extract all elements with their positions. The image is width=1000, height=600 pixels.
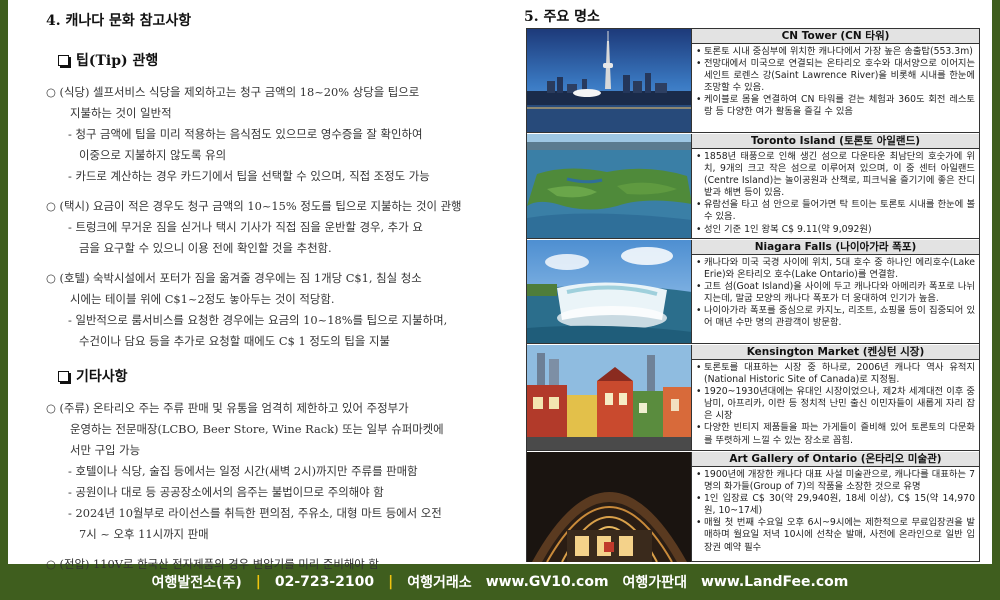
checkbox-square-icon bbox=[58, 54, 69, 66]
toronto-island-image bbox=[527, 134, 691, 238]
paragraph-line: 이중으로 지불하지 않도록 유의 bbox=[79, 148, 227, 162]
attraction-bullets: • 토론토를 대표하는 시장 중 하나로, 2006년 캐나다 역사 유적지(Na… bbox=[692, 360, 979, 447]
footer-separator: | bbox=[388, 574, 394, 590]
attraction-bullets: • 캐나다와 미국 국경 사이에 위치, 5대 호수 중 하나인 에리호수(Lak… bbox=[692, 255, 979, 330]
paragraph-line: ○ (식당) 셀프서비스 식당을 제외하고는 청구 금액의 18~20% 상당을… bbox=[46, 85, 420, 99]
list-item: • 캐나다와 미국 국경 사이에 위치, 5대 호수 중 하나인 에리호수(Lak… bbox=[696, 257, 975, 281]
toronto-island-info: Toronto Island (토론토 아일랜드) • 1858년 태풍으로 인해… bbox=[692, 134, 979, 238]
list-item: • 다양한 빈티지 제품들을 파는 가게들이 즐비해 있어 토론토의 다문화를 뚜… bbox=[696, 422, 975, 446]
attraction-name: CN Tower (CN 타워) bbox=[692, 29, 979, 44]
list-item: • 매월 첫 번째 수요일 오후 6시~9시에는 제한적으로 무료입장권을 발매하… bbox=[696, 517, 975, 553]
attraction-entry-cn-tower: CN Tower (CN 타워) • 토론토 시내 중심부에 위치한 캐나다에서 … bbox=[527, 29, 979, 133]
paragraph-line: 지불하는 것이 일반적 bbox=[70, 106, 172, 120]
cn-tower-image bbox=[527, 29, 691, 132]
attraction-entry-niagara-falls: Niagara Falls (나이아가라 폭포) • 캐나다와 미국 국경 사이에… bbox=[527, 240, 979, 344]
paragraph-line: - 일반적으로 룸서비스를 요청한 경우에는 요금의 10~18%를 팁으로 지… bbox=[68, 313, 448, 327]
paragraph-line: - 트렁크에 무거운 짐을 싣거나 택시 기사가 직접 짐을 운반할 경우, 추… bbox=[68, 220, 423, 234]
cn-tower-info: CN Tower (CN 타워) • 토론토 시내 중심부에 위치한 캐나다에서 … bbox=[692, 29, 979, 132]
paragraph-line: - 2024년 10월부로 라이선스를 취득한 편의점, 주유소, 대형 마트 … bbox=[68, 506, 442, 520]
subsection-tip-title: 팁(Tip) 관행 bbox=[76, 53, 159, 69]
subsection-etc: 기타사항 bbox=[58, 366, 502, 386]
niagara-falls-info: Niagara Falls (나이아가라 폭포) • 캐나다와 미국 국경 사이에… bbox=[692, 240, 979, 343]
kensington-market-image bbox=[527, 345, 691, 450]
kensington-market-info: Kensington Market (켄싱턴 시장) • 토론토를 대표하는 시장… bbox=[692, 345, 979, 450]
paragraph-line: 금을 요구할 수 있으니 이용 전에 확인할 것을 추천함. bbox=[79, 241, 332, 255]
attraction-entry-toronto-island: Toronto Island (토론토 아일랜드) • 1858년 태풍으로 인해… bbox=[527, 134, 979, 239]
paragraph-line: - 호텔이나 식당, 술집 등에서는 일정 시간(새벽 2시)까지만 주류를 판… bbox=[68, 464, 418, 478]
paragraph-line: ○ (호텔) 숙박시설에서 포터가 짐을 옮겨줄 경우에는 짐 1개당 C$1,… bbox=[46, 271, 422, 285]
toronto-island-photo bbox=[527, 134, 692, 238]
footer-company: 여행발전소(주) bbox=[151, 575, 242, 591]
attraction-bullets: • 1858년 태풍으로 인해 생긴 섬으로 다운타운 최남단의 호숫가에 위치,… bbox=[692, 149, 979, 236]
footer-phone: 02-723-2100 bbox=[274, 574, 375, 590]
attraction-name: Toronto Island (토론토 아일랜드) bbox=[692, 134, 979, 149]
checkbox-square-icon bbox=[58, 370, 69, 382]
footer-banner: 여행발전소(주) | 02-723-2100 | 여행거래소 www.GV10.… bbox=[0, 564, 1000, 600]
niagara-falls-photo bbox=[527, 240, 692, 343]
culture-notes-column: 4. 캐나다 문화 참고사항 팁(Tip) 관행 ○ (식당) 셀프서비스 식당… bbox=[8, 0, 508, 571]
subsection-etc-title: 기타사항 bbox=[76, 369, 128, 385]
paragraph-line: - 공원이나 대로 등 공공장소에서의 음주는 불법이므로 주의해야 함 bbox=[68, 485, 384, 499]
attractions-column: 5. 주요 명소 CN Tower (CN 타워) • 토론토 시내 중심부에 … bbox=[512, 0, 992, 564]
etc-paragraphs: ○ (주류) 온타리오 주는 주류 판매 및 유통을 엄격히 제한하고 있어 주… bbox=[46, 398, 502, 575]
paragraph-line: ○ (주류) 온타리오 주는 주류 판매 및 유통을 엄격히 제한하고 있어 주… bbox=[46, 401, 409, 415]
art-gallery-photo bbox=[527, 452, 692, 562]
footer-separator: | bbox=[255, 574, 261, 590]
attraction-entry-art-gallery-ontario: Art Gallery of Ontario (온타리오 미술관) • 1900년… bbox=[527, 452, 979, 562]
list-item: • 토론토를 대표하는 시장 중 하나로, 2006년 캐나다 역사 유적지(Na… bbox=[696, 362, 975, 386]
section-title-culture: 4. 캐나다 문화 참고사항 bbox=[46, 13, 192, 29]
list-item: • 고트 섬(Goat Island)을 사이에 두고 캐나다와 아메리카 폭포로… bbox=[696, 281, 975, 305]
list-item: • 유람선을 타고 섬 안으로 들어가면 탁 트이는 토론토 시내를 한눈에 볼 … bbox=[696, 199, 975, 223]
kensington-market-photo bbox=[527, 345, 692, 450]
list-item: • 성인 기준 1인 왕복 C$ 9.11(약 9,092원) bbox=[696, 223, 872, 235]
attraction-name: Art Gallery of Ontario (온타리오 미술관) bbox=[692, 452, 979, 467]
list-item: • 토론토 시내 중심부에 위치한 캐나다에서 가장 높은 송출탑(553.3m) bbox=[696, 46, 973, 57]
niagara-falls-image bbox=[527, 240, 691, 343]
attraction-bullets: • 1900년에 개장한 캐나다 대표 사설 미술관으로, 캐나다를 대표하는 7… bbox=[692, 467, 979, 554]
list-item: • 1920~1930년대에는 유대인 시장이었으나, 제2차 세계대전 이후 중… bbox=[696, 386, 975, 422]
list-item: • 전망대에서 미국으로 연결되는 온타리오 호수와 대서양으로 이어지는 세인트… bbox=[696, 58, 975, 94]
footer-site-link-landfee[interactable]: www.LandFee.com bbox=[701, 574, 848, 590]
cn-tower-photo bbox=[527, 29, 692, 132]
section-title-attractions: 5. 주요 명소 bbox=[524, 9, 600, 25]
paragraph-line: 서만 구입 가능 bbox=[70, 443, 141, 457]
footer-brand: 여행거래소 bbox=[407, 575, 472, 591]
art-gallery-info: Art Gallery of Ontario (온타리오 미술관) • 1900년… bbox=[692, 452, 979, 562]
attractions-table: CN Tower (CN 타워) • 토론토 시내 중심부에 위치한 캐나다에서 … bbox=[526, 28, 980, 562]
list-item: • 1인 입장료 C$ 30(약 29,940원, 18세 이상), C$ 15(… bbox=[696, 493, 975, 517]
art-gallery-image bbox=[527, 452, 691, 562]
footer-brand-2: 여행가판대 bbox=[622, 575, 687, 591]
paragraph-line: - 카드로 계산하는 경우 카드기에서 팁을 선택할 수 있으며, 직접 조정도… bbox=[68, 169, 430, 183]
tip-paragraphs: ○ (식당) 셀프서비스 식당을 제외하고는 청구 금액의 18~20% 상당을… bbox=[46, 82, 502, 352]
paragraph-line: 시에는 테이블 위에 C$1~2정도 놓아두는 것이 적당함. bbox=[70, 292, 335, 306]
list-item: • 케이블로 몸을 연결하여 CN 타워를 걷는 체험과 360도 회전 레스토랑… bbox=[696, 94, 975, 118]
list-item: • 나이아가라 폭포를 중심으로 카지노, 리조트, 쇼핑몰 등이 집중되어 있어… bbox=[696, 305, 975, 329]
paragraph-line: 7시 ~ 오후 11시까지 판매 bbox=[79, 527, 209, 541]
subsection-tip: 팁(Tip) 관행 bbox=[58, 50, 502, 70]
attraction-entry-kensington-market: Kensington Market (켄싱턴 시장) • 토론토를 대표하는 시장… bbox=[527, 345, 979, 451]
attraction-name: Niagara Falls (나이아가라 폭포) bbox=[692, 240, 979, 255]
paragraph-line: - 청구 금액에 팁을 미리 적용하는 음식점도 있으므로 영수증을 잘 확인하… bbox=[68, 127, 423, 141]
attraction-name: Kensington Market (켄싱턴 시장) bbox=[692, 345, 979, 360]
paragraph-line: 수건이나 담요 등을 추가로 요청할 때에도 C$ 1 정도의 팁을 지불 bbox=[79, 334, 390, 348]
paragraph-line: ○ (택시) 요금이 적은 경우도 청구 금액의 10~15% 정도를 팁으로 … bbox=[46, 199, 462, 213]
attraction-bullets: • 토론토 시내 중심부에 위치한 캐나다에서 가장 높은 송출탑(553.3m)… bbox=[692, 44, 979, 119]
paragraph-line: 운영하는 전문매장(LCBO, Beer Store, Wine Rack) 또… bbox=[70, 422, 444, 436]
list-item: • 1900년에 개장한 캐나다 대표 사설 미술관으로, 캐나다를 대표하는 7… bbox=[696, 469, 975, 493]
footer-site-link-gv10[interactable]: www.GV10.com bbox=[486, 574, 609, 590]
list-item: • 1858년 태풍으로 인해 생긴 섬으로 다운타운 최남단의 호숫가에 위치,… bbox=[696, 151, 975, 199]
